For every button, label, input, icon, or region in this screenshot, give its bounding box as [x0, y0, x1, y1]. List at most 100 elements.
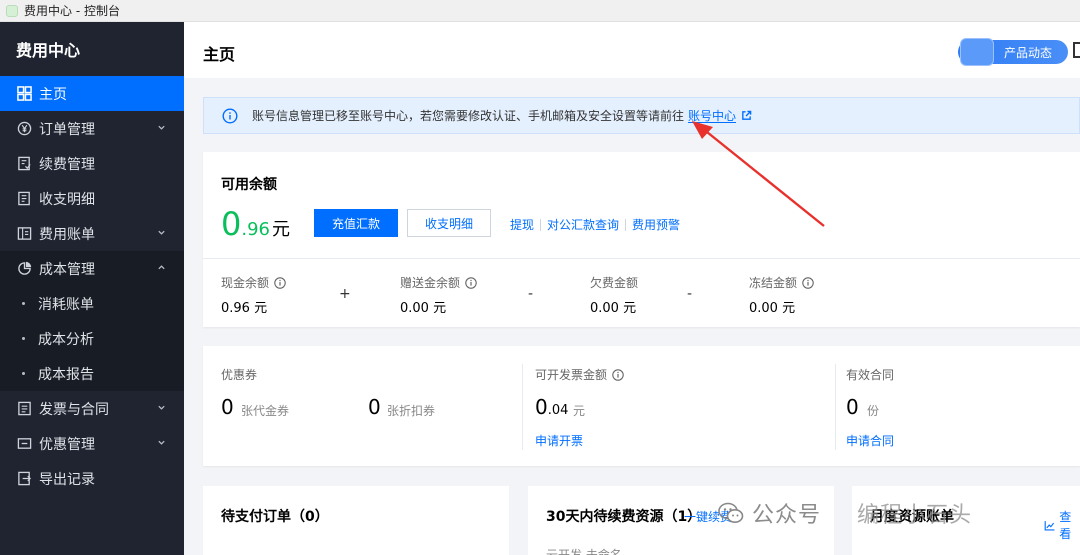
sidebar-item-cost[interactable]: 成本管理 — [0, 251, 184, 286]
grid-icon — [16, 86, 32, 102]
monthly-view-label: 查看 — [1059, 510, 1072, 541]
amount-decimal: .96 — [241, 219, 270, 240]
page-header: 主页 产品动态 — [184, 22, 1080, 78]
info-icon[interactable] — [465, 276, 477, 289]
amount-unit: 元 — [272, 219, 290, 240]
annotation-arrow — [692, 121, 825, 227]
sidebar-item-label: 订单管理 — [39, 121, 95, 138]
info-icon — [222, 107, 238, 124]
sidebar-item-label: 收支明细 — [39, 191, 95, 208]
watermark-brand: 公众号 — [752, 503, 822, 528]
info-icon[interactable] — [612, 368, 624, 381]
product-news-button[interactable]: 产品动态 — [958, 38, 1068, 66]
sidebar-item-label: 消耗账单 — [38, 296, 94, 313]
ledger-icon — [16, 191, 32, 207]
voucher-count: 0 — [221, 395, 234, 419]
sidebar-item-cost-report[interactable]: 成本报告 — [0, 356, 184, 391]
stat-label: 赠送金余额 — [400, 276, 461, 290]
minus-operator: - — [687, 286, 693, 302]
column-divider — [835, 364, 836, 450]
sidebar-item-label: 优惠管理 — [39, 436, 95, 453]
balance-links: 提现 对公汇款查询 费用预警 — [510, 216, 680, 233]
invoice-amount-label: 可开发票金额 — [535, 368, 608, 382]
bullet-icon — [22, 337, 25, 340]
sidebar-item-label: 费用账单 — [39, 226, 95, 243]
app-icon — [6, 4, 18, 17]
pending-orders-card: 待支付订单（0） — [203, 486, 509, 555]
export-icon — [16, 471, 32, 487]
sidebar-item-invoice-contract[interactable]: 发票与合同 — [0, 391, 184, 426]
sidebar-item-label: 成本分析 — [38, 331, 94, 348]
apply-contract-link[interactable]: 申请合同 — [846, 432, 894, 449]
stat-value: 0.00 元 — [590, 301, 637, 316]
balance-title: 可用余额 — [221, 177, 277, 193]
sidebar-item-orders[interactable]: 订单管理 — [0, 111, 184, 146]
ledger-detail-button[interactable]: 收支明细 — [407, 209, 491, 237]
contract-unit: 份 — [867, 404, 880, 418]
card-divider — [203, 258, 1080, 259]
sidebar-item-label: 续费管理 — [39, 156, 95, 173]
info-icon[interactable] — [274, 276, 286, 289]
discount-count: 0 — [368, 395, 381, 419]
sidebar-item-label: 导出记录 — [39, 471, 95, 488]
discount-label: 张折扣券 — [387, 404, 436, 418]
stat-value: 0.00 元 — [400, 301, 447, 316]
benefits-card: 优惠券 0 张代金券 0 张折扣券 可开发票金额 0.04 元 申请开票 有效合… — [203, 346, 1080, 466]
recharge-button[interactable]: 充值汇款 — [314, 209, 398, 237]
product-news-icon — [960, 38, 994, 66]
gift-balance: 赠送金余额 0.00 元 — [400, 274, 477, 316]
sidebar-item-renewal[interactable]: 续费管理 — [0, 146, 184, 181]
invoice-integer: 0 — [535, 395, 548, 419]
yen-circle-icon — [16, 121, 32, 137]
chevron-down-icon — [156, 122, 166, 132]
bullet-icon — [22, 372, 25, 375]
notice-text: 账号信息管理已移至账号中心，若您需要修改认证、手机邮箱及安全设置等请前往 — [252, 109, 685, 123]
sidebar-item-cost-analysis[interactable]: 成本分析 — [0, 321, 184, 356]
stat-value: 0.00 元 — [749, 301, 796, 316]
watermark-author: 编程小石头 — [857, 503, 973, 528]
contract-title: 有效合同 — [846, 368, 895, 382]
sidebar: 费用中心 主页 订单管理 续费管理 收支明细 费用账单 成本管理 消耗账单 成本… — [0, 22, 184, 555]
sidebar-item-label: 主页 — [39, 86, 67, 103]
sidebar-item-home[interactable]: 主页 — [0, 76, 184, 111]
sidebar-item-bills[interactable]: 费用账单 — [0, 216, 184, 251]
transfer-query-link[interactable]: 对公汇款查询 — [547, 216, 619, 233]
chevron-down-icon — [156, 437, 166, 447]
page-title: 主页 — [203, 45, 236, 64]
coupon-title: 优惠券 — [221, 368, 258, 382]
apply-invoice-link[interactable]: 申请开票 — [535, 432, 583, 449]
watermark: 公众号 编程小石头 — [718, 496, 972, 530]
monthly-view-link[interactable]: 查看 — [1044, 508, 1080, 542]
plus-operator: + — [339, 286, 351, 302]
withdraw-link[interactable]: 提现 — [510, 216, 534, 233]
account-notice: 账号信息管理已移至账号中心，若您需要修改认证、手机邮箱及安全设置等请前往 账号中… — [203, 97, 1080, 134]
info-icon[interactable] — [802, 276, 814, 289]
sidebar-item-discounts[interactable]: 优惠管理 — [0, 426, 184, 461]
chevron-down-icon — [156, 227, 166, 237]
pie-icon — [16, 261, 32, 277]
minus-operator: - — [528, 286, 534, 302]
stat-label: 欠费金额 — [590, 276, 639, 290]
invoice-unit: 元 — [573, 404, 586, 418]
voucher-label: 张代金券 — [241, 404, 290, 418]
sidebar-item-export[interactable]: 导出记录 — [0, 461, 184, 496]
amount-integer: 0 — [221, 205, 242, 243]
coupon-icon — [16, 436, 32, 452]
link-divider — [540, 218, 542, 231]
stat-label: 冻结金额 — [749, 276, 798, 290]
cash-balance: 现金余额 0.96 元 — [221, 274, 286, 316]
sidebar-brand: 费用中心 — [16, 41, 81, 60]
link-divider — [625, 218, 627, 231]
trend-icon — [1044, 520, 1055, 530]
external-icon[interactable] — [1073, 42, 1080, 58]
invoice-decimal: .04 — [547, 403, 569, 418]
arrears-amount: 欠费金额 0.00 元 — [590, 274, 638, 316]
frozen-amount: 冻结金额 0.00 元 — [749, 274, 814, 316]
wechat-icon — [718, 502, 744, 523]
cost-alert-link[interactable]: 费用预警 — [632, 216, 680, 233]
sidebar-item-ledger[interactable]: 收支明细 — [0, 181, 184, 216]
renew-icon — [16, 156, 32, 172]
sidebar-item-consumption-bill[interactable]: 消耗账单 — [0, 286, 184, 321]
stat-value: 0.96 元 — [221, 301, 268, 316]
window-title: 费用中心 - 控制台 — [24, 4, 120, 18]
